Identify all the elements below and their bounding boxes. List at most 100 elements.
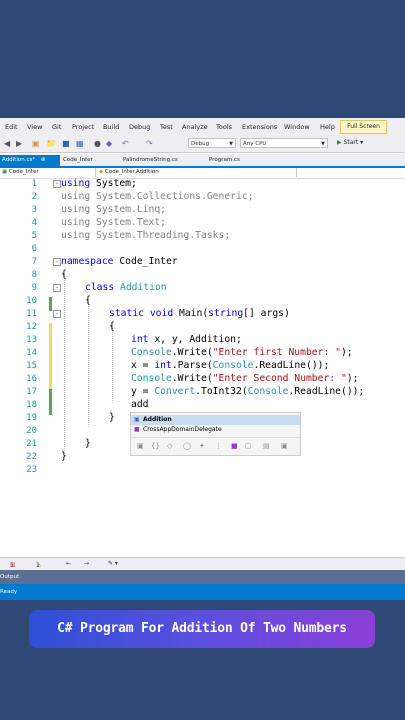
code-token: "Enter Second Number: " — [212, 373, 347, 384]
visual-studio-window: Edit View Git Project Build Debug Test A… — [0, 118, 405, 600]
property-filter-icon[interactable]: ✦ — [199, 442, 205, 450]
code-line: using System.Collections.Generic; — [61, 191, 254, 202]
code-token: System; — [96, 178, 137, 189]
collapse-icon[interactable]: – — [53, 310, 61, 318]
status-bar: Ready — [0, 584, 405, 600]
save-icon[interactable]: ■ — [62, 139, 70, 148]
tab-code-inter[interactable]: Code_Inter — [61, 155, 121, 166]
menu-help[interactable]: Help — [320, 123, 335, 131]
redo-icon[interactable]: ↷ — [146, 139, 153, 148]
menu-tools[interactable]: Tools — [216, 123, 232, 131]
project-dropdown[interactable]: ▣ Code_Inter — [0, 168, 96, 177]
platform-select[interactable]: Any CPU ▼ — [240, 138, 328, 148]
code-line: class Addition — [85, 282, 167, 293]
snippet-filter-icon[interactable]: ▤ — [263, 442, 270, 450]
field-filter-icon[interactable]: ◯ — [183, 442, 191, 450]
previous-issue-icon[interactable]: ← — [66, 560, 71, 567]
method-filter-icon[interactable]: ◇ — [167, 442, 172, 450]
code-token: .Write( — [171, 373, 213, 384]
video-caption: C# Program For Addition Of Two Numbers — [29, 610, 375, 648]
menu-build[interactable]: Build — [103, 123, 119, 131]
braces-filter-icon[interactable]: {} — [151, 442, 160, 450]
next-issue-icon[interactable]: → — [84, 560, 89, 567]
indent-guide — [64, 273, 65, 453]
new-item-icon[interactable]: ▣ — [32, 139, 40, 148]
find-icon[interactable]: ● — [94, 139, 101, 148]
code-editor[interactable]: – – – – 1 using System; 2 using System.Coll… — [0, 178, 405, 557]
tab-program[interactable]: Program.cs — [207, 155, 257, 166]
start-button[interactable]: ▶ Start ▾ — [337, 139, 363, 146]
code-token: using — [61, 217, 91, 228]
code-token: "Enter first Number: " — [212, 347, 341, 358]
forward-icon[interactable]: ▶ — [16, 139, 22, 148]
code-line: Console.Write("Enter first Number: "); — [131, 347, 353, 358]
code-token: .Write( — [171, 347, 213, 358]
back-icon[interactable]: ◀ — [4, 139, 10, 148]
line-number: 11 — [26, 309, 37, 319]
code-line: Console.Write("Enter Second Number: "); — [131, 373, 358, 384]
namespace-filter-icon[interactable]: ▣ — [137, 442, 144, 450]
tab-addition[interactable]: Addition.cs* ⊗ — [0, 155, 60, 166]
completion-item[interactable]: ■ CrossAppDomainDelegate — [131, 425, 300, 435]
line-number: 7 — [31, 257, 37, 267]
completion-label: Addition — [143, 416, 172, 423]
code-line: } — [85, 438, 91, 449]
code-line: add — [131, 399, 149, 410]
event-filter-icon[interactable]: ⋮ — [215, 442, 222, 450]
menu-git[interactable]: Git — [52, 123, 61, 131]
code-token: ); — [346, 373, 359, 384]
change-marker-unsaved — [49, 323, 52, 389]
line-number: 1 — [31, 179, 37, 189]
collapse-icon[interactable]: – — [53, 180, 61, 188]
line-number: 13 — [26, 335, 37, 345]
menu-extensions[interactable]: Extensions — [242, 123, 277, 131]
code-token: Console — [131, 347, 172, 358]
line-number: 21 — [26, 439, 37, 449]
code-token: Convert — [154, 386, 196, 397]
code-token: } — [61, 451, 67, 462]
menu-debug[interactable]: Debug — [129, 123, 150, 131]
platform-value: Any CPU — [243, 141, 267, 147]
menu-test[interactable]: Test — [160, 123, 173, 131]
play-icon: ▶ — [337, 139, 342, 146]
pin-icon[interactable]: ⊗ — [41, 157, 46, 163]
project-label: Code_Inter — [8, 169, 39, 175]
full-screen-button[interactable]: Full Screen — [340, 120, 387, 134]
tab-palindrome[interactable]: PalindromeString.cs — [121, 155, 207, 166]
configuration-select[interactable]: Debug ▼ — [188, 138, 236, 148]
code-token: Addition — [120, 282, 167, 293]
code-token: System.Threading.Tasks; — [96, 230, 231, 241]
indent-guide — [88, 299, 89, 427]
undo-icon[interactable]: ↶ — [122, 139, 129, 148]
save-all-icon[interactable]: ▦ — [76, 139, 84, 148]
open-folder-icon[interactable]: 📁 — [46, 139, 56, 148]
brush-icon[interactable]: ✎ ▾ — [108, 560, 118, 567]
code-token: x, y, Addition; — [154, 334, 242, 345]
line-number: 12 — [26, 322, 37, 332]
line-number: 22 — [26, 452, 37, 462]
output-tab[interactable]: Output — [0, 570, 405, 584]
variable-icon: ▣ — [134, 416, 140, 423]
keyword-filter-icon[interactable]: ▢ — [245, 442, 252, 450]
collapse-icon[interactable]: – — [53, 284, 61, 292]
code-token: add — [131, 399, 149, 410]
menu-analyze[interactable]: Analyze — [182, 123, 208, 131]
completion-item[interactable]: ▣ Addition — [131, 415, 300, 425]
line-number: 17 — [26, 387, 37, 397]
menu-project[interactable]: Project — [72, 123, 94, 131]
expand-icon[interactable]: ▣ — [281, 442, 288, 450]
code-token: .ToInt32( — [195, 386, 248, 397]
collapse-icon[interactable]: – — [53, 258, 61, 266]
code-token: System.Text; — [96, 217, 167, 228]
menu-view[interactable]: View — [27, 123, 42, 131]
warning-count-label: 1 — [36, 562, 40, 569]
menu-window[interactable]: Window — [284, 123, 310, 131]
delegate-filter-icon[interactable]: ■ — [231, 442, 238, 450]
code-token: y = — [131, 386, 155, 397]
code-token: [] args) — [243, 308, 290, 319]
menu-edit[interactable]: Edit — [5, 123, 18, 131]
code-token: { — [61, 269, 67, 280]
format-icon[interactable]: ◆ — [106, 139, 112, 148]
class-dropdown[interactable]: ◆ Code_Inter.Addition — [97, 168, 297, 177]
code-token: { — [109, 321, 115, 332]
